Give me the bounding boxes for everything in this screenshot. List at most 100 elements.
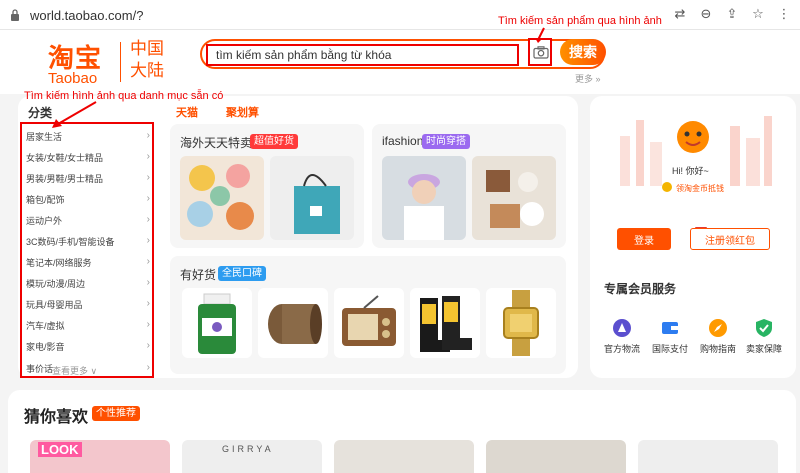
chevron-right-icon: › [146,193,150,204]
lock-icon [11,9,19,21]
rocket-icon [613,319,631,337]
product-thumbnail[interactable] [486,288,556,358]
service-seller-guarantee[interactable]: 卖家保障 [740,318,788,354]
product-thumbnail[interactable] [182,288,252,358]
search-input[interactable] [206,44,519,66]
chevron-right-icon: › [146,277,150,288]
category-more-link[interactable]: 查看更多 ∨ [52,364,97,377]
knit-hats-image [187,164,254,230]
product-thumbnail[interactable] [410,288,480,358]
more-link[interactable]: 更多 » [575,72,601,85]
logo-region-line-2: 大陆 [130,61,164,80]
chevron-right-icon: › [146,340,150,351]
rain-boots-image [420,296,472,352]
bookmark-star-icon[interactable]: ☆ [750,6,766,22]
product-thumbnail[interactable] [334,440,474,473]
thumbnail-brand-label: GIRRYA [222,444,274,454]
tea-roll-image [268,304,322,344]
wallet-icon [662,322,678,334]
category-item[interactable]: 男装/男鞋/男士精品 › [26,172,150,186]
nav-tmall[interactable]: 天猫 [176,104,198,120]
member-services-title: 专属会员服务 [604,282,677,296]
site-header: 淘宝 Taobao 中国 大陆 搜索 [0,30,800,94]
mascot-avatar-icon[interactable] [676,120,710,160]
category-item[interactable]: 女装/女鞋/女士精品 › [26,151,150,165]
gold-watch-image [503,290,539,356]
tableware-image [486,170,544,228]
thumbnail-look-label: LOOK [38,442,82,457]
product-thumbnail[interactable] [180,156,264,240]
category-title: 分类 [28,106,53,120]
translate-icon[interactable]: ⇄ [672,6,688,22]
logo-region: 中国 大陆 [130,38,164,82]
category-item[interactable]: 箱包/配饰 › [26,193,150,207]
logo-divider [120,42,121,82]
shield-icon [756,319,772,337]
coupon-link[interactable]: 领淘金币抵钱 [676,183,724,194]
logo-region-line-1: 中国 [130,39,164,58]
card-title: ifashion [382,134,424,148]
product-thumbnail[interactable]: LOOK [30,440,170,473]
card-title: 海外天天特卖 [180,136,253,150]
chevron-right-icon: › [146,298,150,309]
chevron-right-icon: › [146,151,150,162]
product-thumbnail[interactable] [486,440,626,473]
product-thumbnail[interactable] [472,156,556,240]
category-item[interactable]: 3C数码/手机/智能设备 › [26,235,150,249]
compass-icon [709,319,727,337]
product-thumbnail[interactable] [382,156,466,240]
search-button[interactable]: 搜索 [560,39,606,65]
category-item[interactable]: 居家生活 › [26,130,150,144]
fashion-model-image [404,174,444,240]
service-international-payment[interactable]: 国际支付 [646,318,694,354]
zoom-icon[interactable]: ⊖ [698,6,714,22]
category-item[interactable]: 笔记本/网络服务 › [26,256,150,270]
annotation-arrow-icon [535,27,545,43]
card-youhao[interactable]: 有好货 全民口碑 [170,256,566,374]
chevron-right-icon: › [146,256,150,267]
url-text[interactable]: world.taobao.com/? [30,8,143,23]
annotation-image-search: Tìm kiếm sản phẩm qua hình ảnh [498,15,662,27]
menu-kebab-icon[interactable]: ⋮ [776,6,792,22]
card-haiwai[interactable]: 海外天天特卖 超值好货 [170,124,364,248]
product-thumbnail[interactable] [258,288,328,358]
category-list: 居家生活 › 女装/女鞋/女士精品 › 男装/男鞋/男士精品 › 箱包/配饰 › 运动户… [20,122,154,378]
chevron-right-icon: › [146,214,150,225]
search-box: 搜索 [200,38,606,69]
supplement-bottle-image [198,293,236,354]
guess-title: 猜你喜欢 [24,409,89,426]
service-shopping-guide[interactable]: 购物指南 [694,318,742,354]
card-ifashion[interactable]: ifashion 时尚穿搭 [372,124,566,248]
user-greeting: Hi! 你好~ [672,166,709,176]
product-thumbnail[interactable] [638,440,778,473]
guess-tag: 个性推荐 [92,406,140,421]
card-tag: 全民口碑 [218,266,266,281]
card-tag: 超值好货 [250,134,298,149]
chevron-right-icon: › [146,362,150,373]
category-item[interactable]: 玩具/母婴用品 › [26,298,150,312]
category-item[interactable]: 运动户外 › [26,214,150,228]
category-item[interactable]: 汽车/虚拟 › [26,319,150,333]
card-title: 有好货 [180,268,217,282]
share-icon[interactable]: ⇪ [724,6,740,22]
tote-bag-image [294,174,340,234]
product-thumbnail[interactable] [334,288,404,358]
chevron-right-icon: › [146,235,150,246]
chevron-right-icon: › [146,130,150,141]
category-item[interactable]: 模玩/动漫/周边 › [26,277,150,291]
nav-juhuasuan[interactable]: 聚划算 [226,104,259,120]
browser-address-bar: world.taobao.com/? ⇄ ⊖ ⇪ ☆ ⋮ [0,0,800,30]
gold-coin-icon [662,182,672,192]
chevron-right-icon: › [146,172,150,183]
chevron-right-icon: › [146,319,150,330]
register-button[interactable]: 注册领红包 [690,228,770,250]
product-thumbnail[interactable] [270,156,354,240]
retro-radio-image [342,295,396,346]
service-official-logistics[interactable]: 官方物流 [598,318,646,354]
card-tag: 时尚穿搭 [422,134,470,149]
category-item[interactable]: 家电/影音 › [26,340,150,354]
login-button[interactable]: 登录 [617,228,671,250]
camera-icon [533,46,549,59]
product-thumbnail[interactable]: GIRRYA [182,440,322,473]
logo-sub[interactable]: Taobao [48,70,97,87]
